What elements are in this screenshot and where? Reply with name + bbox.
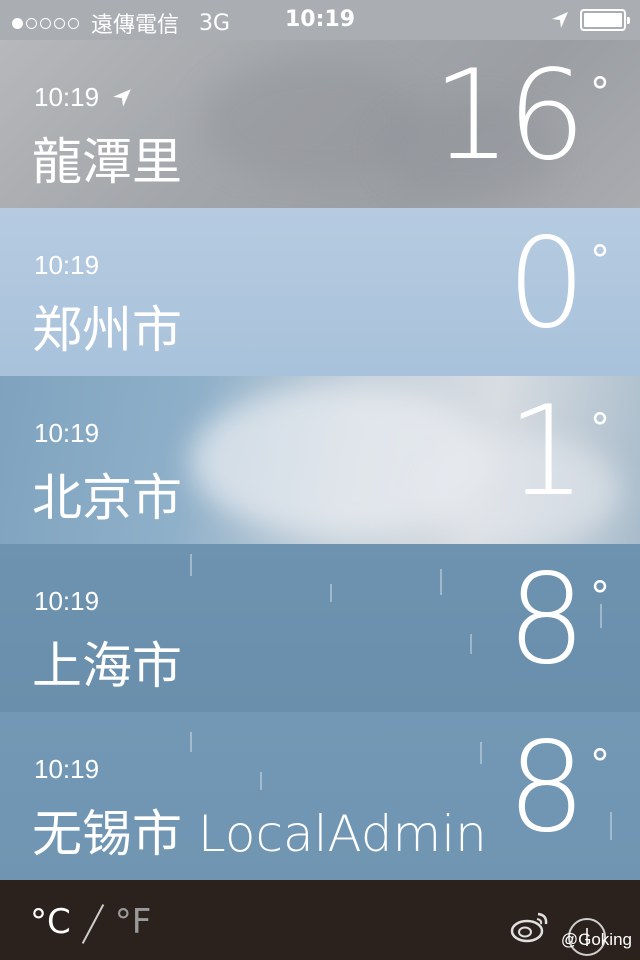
- degree-symbol: °: [590, 742, 610, 788]
- degree-symbol: °: [590, 70, 610, 116]
- status-bar-right: [550, 9, 630, 31]
- city-time-text: 10:19: [34, 754, 100, 784]
- city-name: 无锡市 LocalAdmin: [32, 805, 487, 863]
- city-row-1[interactable]: 10:19 龍潭里 16 °: [0, 40, 640, 208]
- city-time-text: 10:19: [34, 82, 100, 112]
- battery-icon: [580, 9, 630, 31]
- city-time-text: 10:19: [34, 418, 100, 448]
- unit-toggle[interactable]: °C °F: [30, 902, 151, 942]
- city-name: 龍潭里: [32, 133, 182, 191]
- city-row-3[interactable]: 10:19 北京市 1 °: [0, 376, 640, 544]
- location-arrow-icon: [113, 88, 131, 107]
- degree-symbol: °: [590, 406, 610, 452]
- city-time-text: 10:19: [34, 250, 100, 280]
- city-local-time: 10:19: [34, 250, 99, 281]
- city-temperature: 1: [507, 380, 586, 524]
- city-local-time: 10:19: [34, 754, 99, 785]
- city-temperature: 8: [507, 716, 586, 860]
- unit-separator: [79, 902, 107, 942]
- city-name: 郑州市: [32, 301, 182, 359]
- city-temperature: 0: [507, 212, 586, 356]
- city-time-text: 10:19: [34, 586, 100, 616]
- city-row-2[interactable]: 10:19 郑州市 0 °: [0, 208, 640, 376]
- city-temperature: 16: [432, 44, 586, 188]
- location-services-icon: [552, 12, 568, 28]
- celsius-option[interactable]: °C: [30, 902, 71, 942]
- city-name: 北京市: [32, 469, 182, 527]
- city-row-4[interactable]: 10:19 上海市 8 °: [0, 544, 640, 712]
- city-name: 上海市: [32, 637, 182, 695]
- weibo-icon: [510, 912, 548, 943]
- status-bar: 遠傳電信 3G 10:19: [0, 0, 640, 40]
- watermark: @Goking: [560, 930, 632, 949]
- degree-symbol: °: [590, 574, 610, 620]
- city-temperature: 8: [507, 548, 586, 692]
- city-local-time: 10:19: [34, 82, 133, 113]
- city-local-time: 10:19: [34, 586, 99, 617]
- fahrenheit-option[interactable]: °F: [115, 902, 152, 942]
- status-time: 10:19: [284, 7, 356, 32]
- city-row-5[interactable]: 10:19 无锡市 LocalAdmin 8 °: [0, 712, 640, 880]
- bottom-toolbar: °C °F @Goking: [0, 880, 640, 960]
- city-local-time: 10:19: [34, 418, 99, 449]
- degree-symbol: °: [590, 238, 610, 284]
